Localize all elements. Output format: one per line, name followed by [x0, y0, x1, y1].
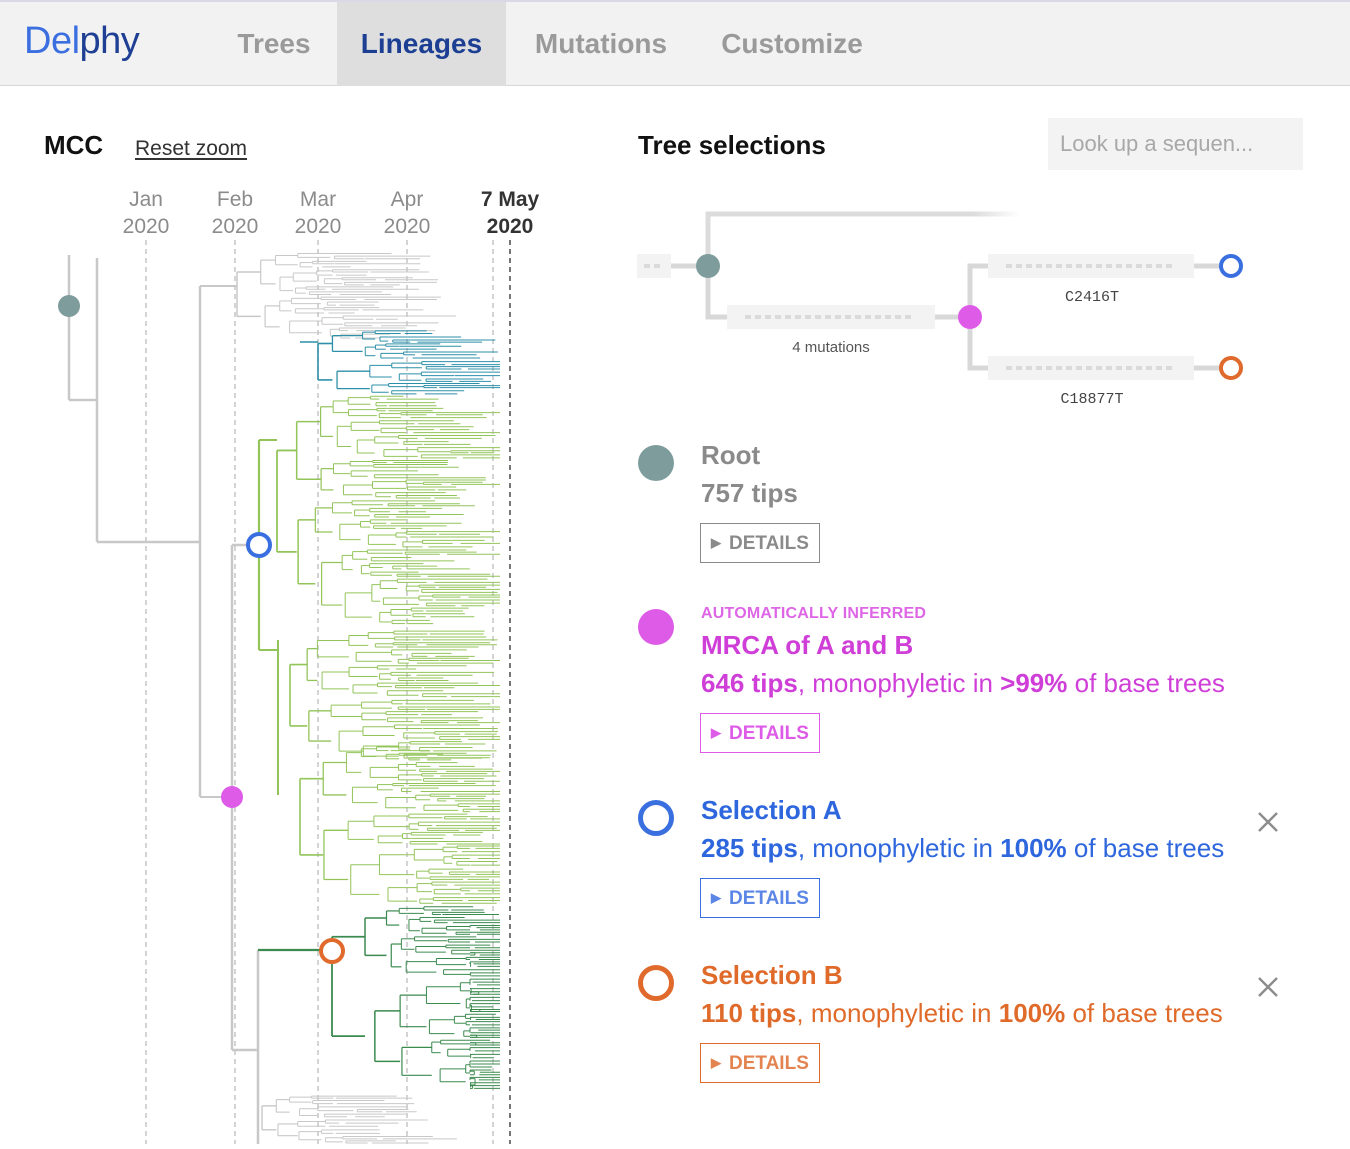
axis-month: Apr	[390, 188, 424, 211]
tree-branches	[67, 253, 500, 1144]
mcc-tree[interactable]	[0, 240, 600, 1144]
selection-a-tips-suffix: of base trees	[1066, 833, 1225, 863]
axis-month: Jan	[129, 188, 163, 211]
axis-year: 2020	[383, 215, 431, 238]
selection-a-details-button[interactable]: ▶ DETAILS	[700, 878, 820, 918]
selection-mini-tree: 4 mutations C2416T C18877T	[630, 200, 1310, 420]
mini-root-node	[696, 254, 720, 278]
auto-inferred-tag: AUTOMATICALLY INFERRED	[701, 605, 927, 622]
details-label: DETAILS	[729, 533, 809, 554]
mrca-title: MRCA of A and B	[701, 630, 914, 660]
tree-selections-title: Tree selections	[638, 130, 826, 160]
axis-label-feb: Feb 2020	[195, 186, 275, 240]
selection-a-mutation: C2416T	[1065, 289, 1119, 306]
axis-month: Feb	[216, 188, 254, 211]
selection-a-tips-count: 285 tips	[701, 833, 798, 863]
selection-b-node	[319, 938, 345, 964]
mini-selection-b-node	[1219, 356, 1243, 380]
remove-selection-b-icon[interactable]	[1253, 972, 1283, 1002]
mrca-tips-suffix: of base trees	[1067, 668, 1225, 698]
selection-a-title: Selection A	[701, 795, 842, 825]
selection-b-card: Selection B 110 tips, monophyletic in 10…	[638, 960, 1338, 1085]
axis-label-apr: Apr 2020	[367, 186, 447, 240]
mrca-node-icon	[638, 609, 674, 645]
mrca-selection-card: AUTOMATICALLY INFERRED MRCA of A and B 6…	[638, 603, 1338, 753]
root-selection-card: Root 757 tips ▶ DETAILS	[638, 440, 1338, 570]
tab-trees[interactable]: Trees	[212, 2, 336, 86]
selection-b-tips-line: 110 tips, monophyletic in 100% of base t…	[701, 998, 1223, 1029]
selection-b-mutation: C18877T	[1060, 391, 1123, 408]
logo-text-b: phy	[79, 20, 140, 62]
axis-year: 2020	[122, 215, 170, 238]
selection-b-title: Selection B	[701, 960, 843, 990]
tab-mutations[interactable]: Mutations	[507, 2, 695, 86]
mini-mrca-node	[958, 305, 982, 329]
expand-triangle-icon: ▶	[711, 535, 721, 550]
axis-label-mar: Mar 2020	[278, 186, 358, 240]
selection-b-monophyly-pct: 100%	[998, 998, 1066, 1028]
axis-label-jan: Jan 2020	[106, 186, 186, 240]
mcc-tree-panel[interactable]	[0, 240, 600, 1144]
mrca-tips-text: , monophyletic in	[797, 668, 1001, 698]
root-node-icon	[638, 445, 674, 481]
details-label: DETAILS	[729, 888, 809, 909]
selection-a-tips-line: 285 tips, monophyletic in 100% of base t…	[701, 833, 1224, 864]
tab-lineages[interactable]: Lineages	[337, 2, 506, 86]
app-logo[interactable]: Delphy	[24, 20, 140, 63]
axis-year: 2020	[294, 215, 342, 238]
root-node	[58, 295, 80, 317]
logo-text-a: Del	[24, 20, 80, 62]
selection-a-node	[246, 532, 272, 558]
reset-zoom-link[interactable]: Reset zoom	[135, 137, 247, 161]
mrca-tips-line: 646 tips, monophyletic in >99% of base t…	[701, 668, 1225, 699]
selection-a-node-icon	[638, 800, 674, 836]
mrca-details-button[interactable]: ▶ DETAILS	[700, 713, 820, 753]
details-label: DETAILS	[729, 1053, 809, 1074]
tab-customize[interactable]: Customize	[696, 2, 888, 86]
selection-a-monophyly-pct: 100%	[1000, 833, 1067, 863]
root-details-button[interactable]: ▶ DETAILS	[700, 523, 820, 563]
selection-b-tips-suffix: of base trees	[1065, 998, 1223, 1028]
selection-b-details-button[interactable]: ▶ DETAILS	[700, 1043, 820, 1083]
selection-b-tips-count: 110 tips	[701, 998, 797, 1028]
mrca-tips-count: 646 tips	[701, 668, 798, 698]
axis-label-may: 7 May 2020	[470, 186, 550, 240]
mini-selection-a-node	[1219, 254, 1243, 278]
mrca-node	[221, 786, 243, 808]
remove-selection-a-icon[interactable]	[1253, 807, 1283, 837]
sequence-lookup-input[interactable]	[1048, 118, 1303, 170]
selection-b-tips-text: , monophyletic in	[796, 998, 999, 1028]
expand-triangle-icon: ▶	[711, 725, 721, 740]
root-title: Root	[701, 440, 761, 470]
expand-triangle-icon: ▶	[711, 1055, 721, 1070]
top-navigation-bar: Delphy Trees Lineages Mutations Customiz…	[0, 0, 1350, 86]
selection-a-card: Selection A 285 tips, monophyletic in 10…	[638, 795, 1338, 920]
root-tips: 757 tips	[701, 478, 798, 508]
expand-triangle-icon: ▶	[711, 890, 721, 905]
selection-b-node-icon	[638, 965, 674, 1001]
details-label: DETAILS	[729, 723, 809, 744]
mrca-monophyly-pct: >99%	[1000, 668, 1068, 698]
axis-month: Mar	[299, 188, 337, 211]
axis-month: 7 May	[480, 188, 540, 211]
mrca-mutation-count: 4 mutations	[792, 339, 870, 356]
axis-year: 2020	[486, 215, 534, 238]
selection-a-tips-text: , monophyletic in	[797, 833, 1001, 863]
mcc-title: MCC	[44, 130, 104, 160]
axis-year: 2020	[211, 215, 259, 238]
